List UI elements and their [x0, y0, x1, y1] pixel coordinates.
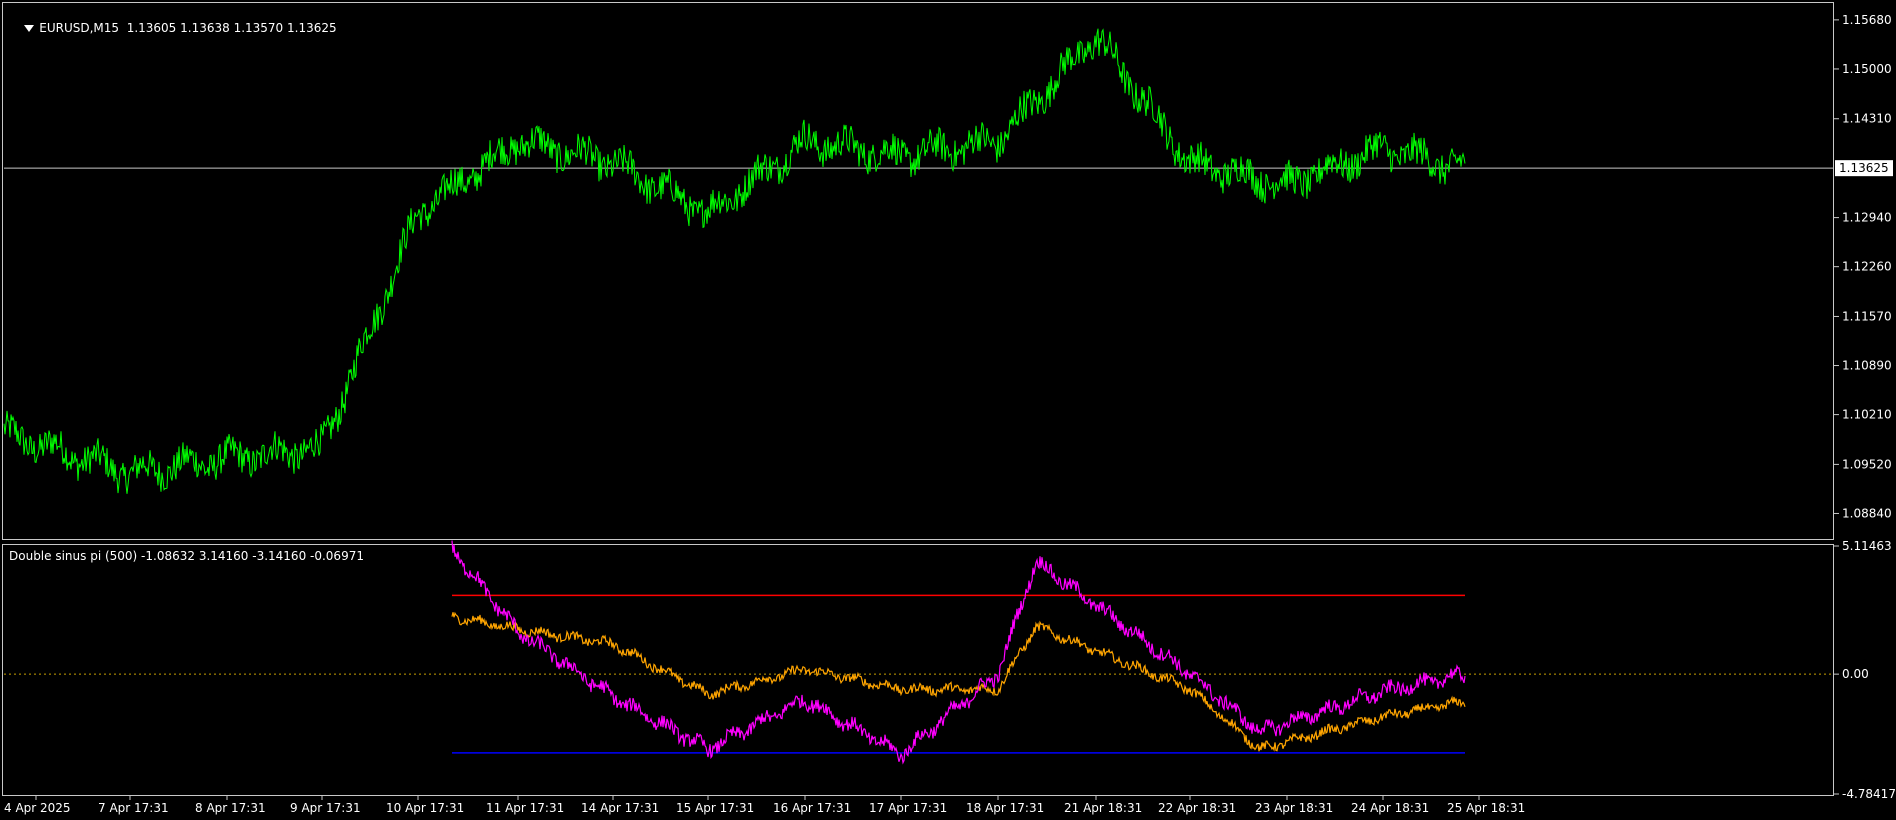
price-tick-label: 1.10210	[1842, 408, 1892, 422]
price-tick-label: 1.15000	[1842, 62, 1892, 76]
indicator-tick-label: 5.11463	[1842, 539, 1892, 553]
time-tick-label: 11 Apr 17:31	[486, 801, 564, 815]
time-tick-label: 17 Apr 17:31	[869, 801, 947, 815]
price-tick-label: 1.08840	[1842, 506, 1892, 520]
chart-canvas: 1.15680 1.15000 1.14310 1.12940 1.12260 1.115…	[3, 13, 1896, 815]
time-tick-label: 23 Apr 18:31	[1255, 801, 1333, 815]
price-tick-label: 1.12940	[1842, 211, 1892, 225]
time-tick-label: 9 Apr 17:31	[290, 801, 361, 815]
fast-series-line	[451, 540, 1466, 765]
price-tick-label: 1.10890	[1842, 359, 1892, 373]
price-tick-label: 1.14310	[1842, 112, 1892, 126]
price-tick-label: 1.15680	[1842, 13, 1892, 27]
time-tick-label: 10 Apr 17:31	[386, 801, 464, 815]
time-tick-label: 15 Apr 17:31	[676, 801, 754, 815]
time-tick-label: 24 Apr 18:31	[1351, 801, 1429, 815]
indicator-tick-label: 0.00	[1842, 667, 1869, 681]
current-price-label: 1.13625	[1839, 161, 1889, 175]
time-tick-label: 4 Apr 2025	[4, 801, 71, 815]
slow-series-line	[451, 611, 1466, 752]
price-tick-label: 1.12260	[1842, 260, 1892, 274]
time-tick-label: 7 Apr 17:31	[98, 801, 169, 815]
price-series-line	[3, 28, 1466, 494]
time-tick-label: 22 Apr 18:31	[1158, 801, 1236, 815]
time-tick-label: 14 Apr 17:31	[581, 801, 659, 815]
time-tick-label: 18 Apr 17:31	[966, 801, 1044, 815]
indicator-tick-label: -4.78417	[1842, 787, 1896, 801]
time-tick-label: 16 Apr 17:31	[773, 801, 851, 815]
time-tick-label: 8 Apr 17:31	[195, 801, 266, 815]
time-tick-label: 21 Apr 18:31	[1064, 801, 1142, 815]
price-tick-label: 1.11570	[1842, 309, 1892, 323]
price-tick-label: 1.09520	[1842, 457, 1892, 471]
time-tick-label: 25 Apr 18:31	[1447, 801, 1525, 815]
